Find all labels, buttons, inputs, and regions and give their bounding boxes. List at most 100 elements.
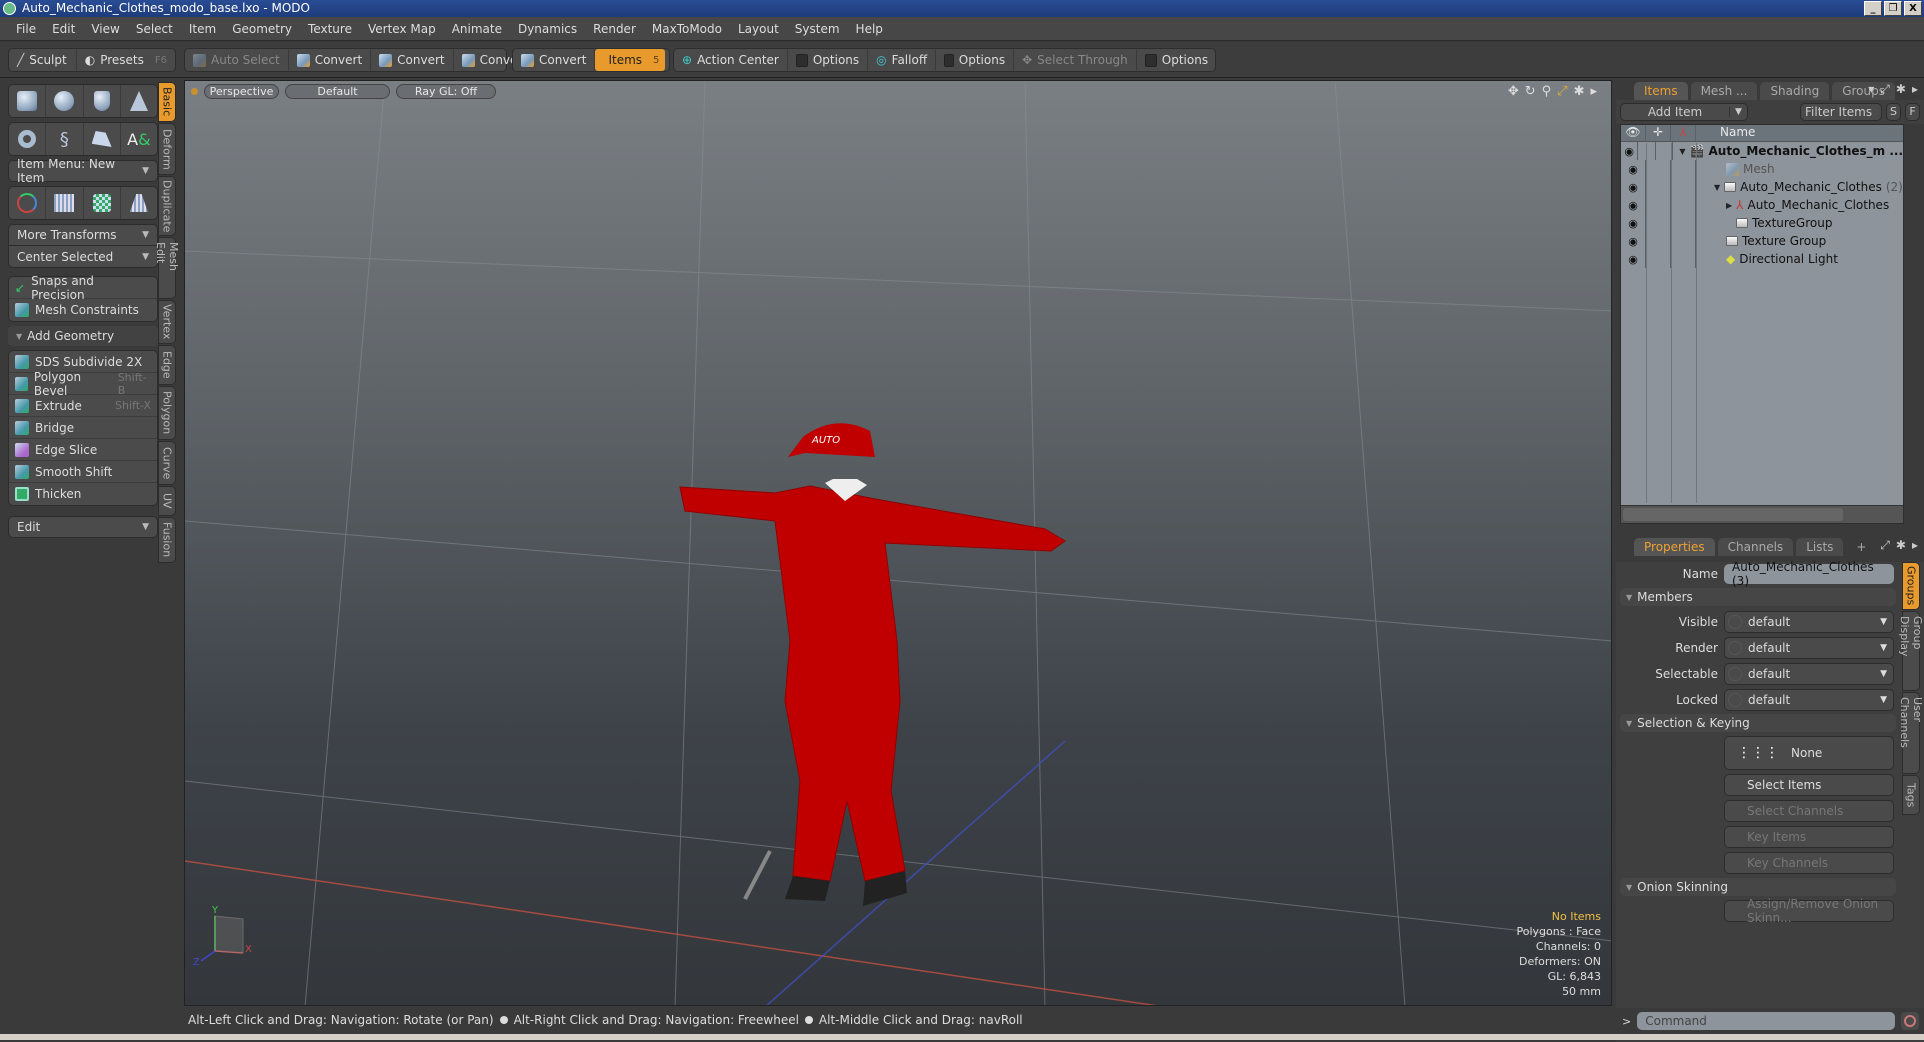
tab-uv[interactable]: UV xyxy=(158,486,176,516)
locked-dropdown[interactable]: default ▼ xyxy=(1724,689,1894,711)
add-geometry-header[interactable]: ▼ Add Geometry xyxy=(8,326,158,346)
render-dropdown[interactable]: default ▼ xyxy=(1724,637,1894,659)
rotate-icon[interactable]: ↻ xyxy=(1525,84,1536,99)
cylinder-tool[interactable] xyxy=(84,85,121,117)
tab-tags[interactable]: Tags xyxy=(1902,775,1920,815)
restore-button[interactable]: ❐ xyxy=(1884,1,1902,16)
more-transforms-dropdown[interactable]: More Transforms ▼ xyxy=(8,224,158,246)
gear-icon[interactable]: ✱ xyxy=(1574,84,1585,99)
menu-help[interactable]: Help xyxy=(848,22,891,36)
zoom-icon[interactable]: ⚲ xyxy=(1542,84,1552,99)
expand-icon[interactable]: ⤢ xyxy=(1880,538,1890,553)
menu-texture[interactable]: Texture xyxy=(300,22,360,36)
item-menu-dropdown[interactable]: Item Menu: New Item ▼ xyxy=(8,157,158,185)
menu-vertex-map[interactable]: Vertex Map xyxy=(360,22,444,36)
falloff-options-button[interactable]: Options xyxy=(936,49,1015,71)
menu-layout[interactable]: Layout xyxy=(730,22,787,36)
filter-items-input[interactable]: Filter Items xyxy=(1800,103,1882,121)
falloff-button[interactable]: ◎ Falloff xyxy=(868,49,937,71)
3d-viewport[interactable]: AUTO Y X Z Perspective Default Ray GL: O… xyxy=(184,80,1612,1006)
auto-select-button[interactable]: Auto Select xyxy=(185,49,289,71)
checker-tool[interactable] xyxy=(84,187,121,219)
chevron-down-icon[interactable]: ▾ xyxy=(1868,82,1874,97)
tab-channels[interactable]: Channels xyxy=(1717,538,1794,556)
polygon-bevel-button[interactable]: Polygon Bevel Shift-B xyxy=(9,370,157,398)
bridge-button[interactable]: Bridge xyxy=(9,417,157,439)
tree-row-directional-light[interactable]: ◉ ◆ Directional Light xyxy=(1621,250,1903,268)
gear-icon[interactable]: ✱ xyxy=(1896,82,1906,97)
tab-basic[interactable]: Basic xyxy=(158,82,176,122)
maximize-icon[interactable]: ⤢ xyxy=(1557,84,1567,99)
select-channels-button[interactable]: Select Channels xyxy=(1724,800,1894,822)
command-input[interactable]: Command xyxy=(1637,1012,1896,1030)
chevron-right-icon[interactable]: ▸ xyxy=(1590,84,1597,99)
grid-tool[interactable] xyxy=(46,187,84,219)
assign-onion-skin-button[interactable]: Assign/Remove Onion Skinn... xyxy=(1724,897,1894,925)
extrude-button[interactable]: Extrude Shift-X xyxy=(9,395,157,417)
locator-column-icon[interactable]: ⅄ xyxy=(1671,125,1696,141)
menu-dynamics[interactable]: Dynamics xyxy=(510,22,585,36)
menu-item[interactable]: Item xyxy=(181,22,224,36)
expand-triangle-icon[interactable]: ▼ xyxy=(1714,183,1720,192)
tab-mesh[interactable]: Mesh ... xyxy=(1690,82,1758,100)
perspective-tool[interactable] xyxy=(121,187,157,219)
menu-render[interactable]: Render xyxy=(585,22,644,36)
pan-icon[interactable]: ✥ xyxy=(1508,84,1519,99)
thicken-button[interactable]: Thicken xyxy=(9,483,157,505)
pen-tool[interactable] xyxy=(84,123,121,155)
mesh-constraints-button[interactable]: Mesh Constraints xyxy=(9,299,157,321)
tree-row-scene[interactable]: ◉ ▼ 🎬 Auto_Mechanic_Clothes_m ... xyxy=(1621,142,1903,160)
select-through-options-button[interactable]: Options xyxy=(1137,49,1216,71)
close-button[interactable]: X xyxy=(1904,1,1922,16)
key-items-button[interactable]: Key Items xyxy=(1724,826,1894,848)
record-macro-button[interactable] xyxy=(1901,1012,1920,1030)
raygl-button[interactable]: Ray GL: Off xyxy=(396,83,496,99)
menu-view[interactable]: View xyxy=(83,22,127,36)
menu-edit[interactable]: Edit xyxy=(44,22,83,36)
snaps-precision-button[interactable]: ↙ Snaps and Precision xyxy=(9,274,157,302)
action-center-button[interactable]: ⊕ Action Center xyxy=(674,49,788,71)
tab-properties[interactable]: Properties xyxy=(1634,538,1715,556)
members-section[interactable]: ▼ Members xyxy=(1620,588,1896,606)
tab-polygon[interactable]: Polygon xyxy=(158,386,176,440)
selectable-dropdown[interactable]: default ▼ xyxy=(1724,663,1894,685)
menu-file[interactable]: File xyxy=(8,22,44,36)
f-toggle-button[interactable]: F xyxy=(1905,103,1920,121)
name-field[interactable]: Auto_Mechanic_Clothes (3) xyxy=(1724,560,1894,588)
tab-mesh-edit[interactable]: Mesh Edit xyxy=(154,237,180,299)
tab-lists[interactable]: Lists xyxy=(1796,538,1844,556)
tab-duplicate[interactable]: Duplicate xyxy=(158,176,176,236)
hierarchy-mode-button[interactable]: ⋮⋮⋮ None xyxy=(1724,736,1894,770)
torus-tool[interactable] xyxy=(9,123,47,155)
center-selected-dropdown[interactable]: Center Selected ▼ xyxy=(8,246,158,268)
gear-icon[interactable]: ✱ xyxy=(1896,538,1906,553)
scrollbar-thumb[interactable] xyxy=(1623,508,1843,521)
add-item-button[interactable]: Add Item ▼ xyxy=(1620,103,1748,121)
visibility-column-icon[interactable]: 👁 xyxy=(1621,125,1646,141)
convert-edges-button[interactable]: Convert xyxy=(371,49,454,71)
tab-user-channels[interactable]: User Channels xyxy=(1898,692,1924,774)
edge-slice-button[interactable]: Edge Slice xyxy=(9,439,157,461)
tab-group-display[interactable]: Group Display xyxy=(1898,611,1924,691)
tab-curve[interactable]: Curve xyxy=(158,441,176,485)
menu-maxtomodo[interactable]: MaxToModo xyxy=(644,22,730,36)
smooth-shift-button[interactable]: Smooth Shift xyxy=(9,461,157,483)
tab-edge[interactable]: Edge xyxy=(158,345,176,385)
tree-row-texture-group[interactable]: ◉ Texture Group xyxy=(1621,232,1903,250)
eye-icon[interactable]: ◉ xyxy=(1621,214,1646,232)
add-tab-button[interactable]: + xyxy=(1846,538,1876,556)
select-items-button[interactable]: Select Items xyxy=(1724,774,1894,796)
s-toggle-button[interactable]: S xyxy=(1886,103,1901,121)
edit-dropdown[interactable]: Edit ▼ xyxy=(8,516,158,538)
eye-icon[interactable]: ◉ xyxy=(1621,142,1639,160)
expand-icon[interactable]: ⤢ xyxy=(1880,82,1890,97)
menu-select[interactable]: Select xyxy=(128,22,181,36)
presets-button[interactable]: ◐ Presets F6 xyxy=(77,49,175,71)
lock-column-icon[interactable]: ✛ xyxy=(1646,125,1671,141)
shading-mode-button[interactable]: Default xyxy=(285,83,390,99)
eye-icon[interactable]: ◉ xyxy=(1621,250,1646,268)
menu-geometry[interactable]: Geometry xyxy=(224,22,300,36)
chevron-right-icon[interactable]: ▸ xyxy=(1912,538,1918,553)
key-channels-button[interactable]: Key Channels xyxy=(1724,852,1894,874)
chevron-right-icon[interactable]: ▸ xyxy=(1912,82,1918,97)
